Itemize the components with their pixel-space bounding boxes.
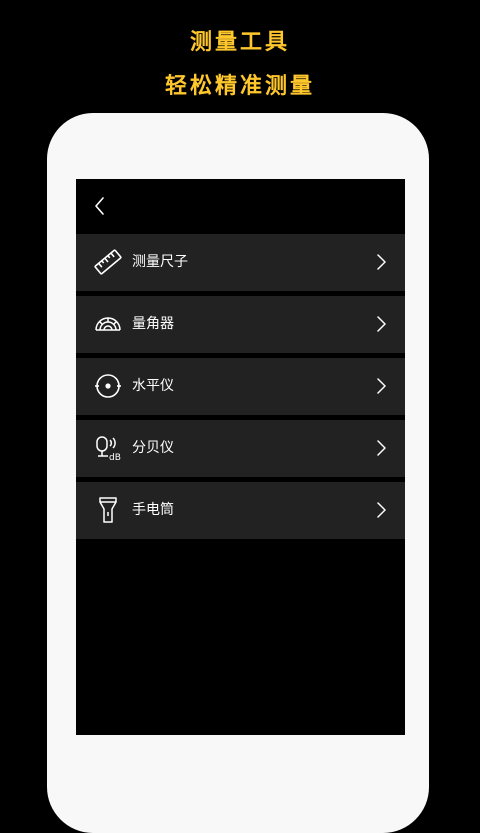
menu-item-label: 量角器 bbox=[132, 316, 174, 332]
tool-menu: 测量尺子 量角器 水平仪 dB 分贝仪 手电筒 bbox=[76, 234, 405, 544]
protractor-icon bbox=[93, 309, 123, 339]
menu-item-label: 分贝仪 bbox=[132, 440, 174, 456]
app-screen: 测量尺子 量角器 水平仪 dB 分贝仪 手电筒 bbox=[76, 179, 405, 735]
menu-item-flashlight[interactable]: 手电筒 bbox=[76, 482, 405, 539]
flashlight-icon bbox=[93, 495, 123, 525]
decibel-meter-icon: dB bbox=[93, 433, 123, 463]
chevron-right-icon bbox=[375, 315, 387, 333]
menu-item-label: 手电筒 bbox=[132, 502, 174, 518]
menu-item-label: 水平仪 bbox=[132, 378, 174, 394]
menu-item-protractor[interactable]: 量角器 bbox=[76, 296, 405, 353]
ruler-icon bbox=[93, 247, 123, 277]
promo-title: 测量工具 bbox=[189, 30, 290, 55]
level-icon bbox=[93, 371, 123, 401]
menu-item-label: 测量尺子 bbox=[132, 254, 188, 270]
chevron-right-icon bbox=[375, 253, 387, 271]
menu-item-decibel-meter[interactable]: dB 分贝仪 bbox=[76, 420, 405, 477]
promo-subtitle: 轻松精准测量 bbox=[164, 74, 315, 99]
chevron-right-icon bbox=[375, 439, 387, 457]
menu-item-level[interactable]: 水平仪 bbox=[76, 358, 405, 415]
chevron-right-icon bbox=[375, 501, 387, 519]
top-bar bbox=[76, 179, 405, 233]
chevron-right-icon bbox=[375, 377, 387, 395]
chevron-left-icon bbox=[95, 197, 104, 215]
back-button[interactable] bbox=[88, 193, 112, 219]
svg-text:dB: dB bbox=[109, 453, 121, 463]
menu-item-ruler[interactable]: 测量尺子 bbox=[76, 234, 405, 291]
